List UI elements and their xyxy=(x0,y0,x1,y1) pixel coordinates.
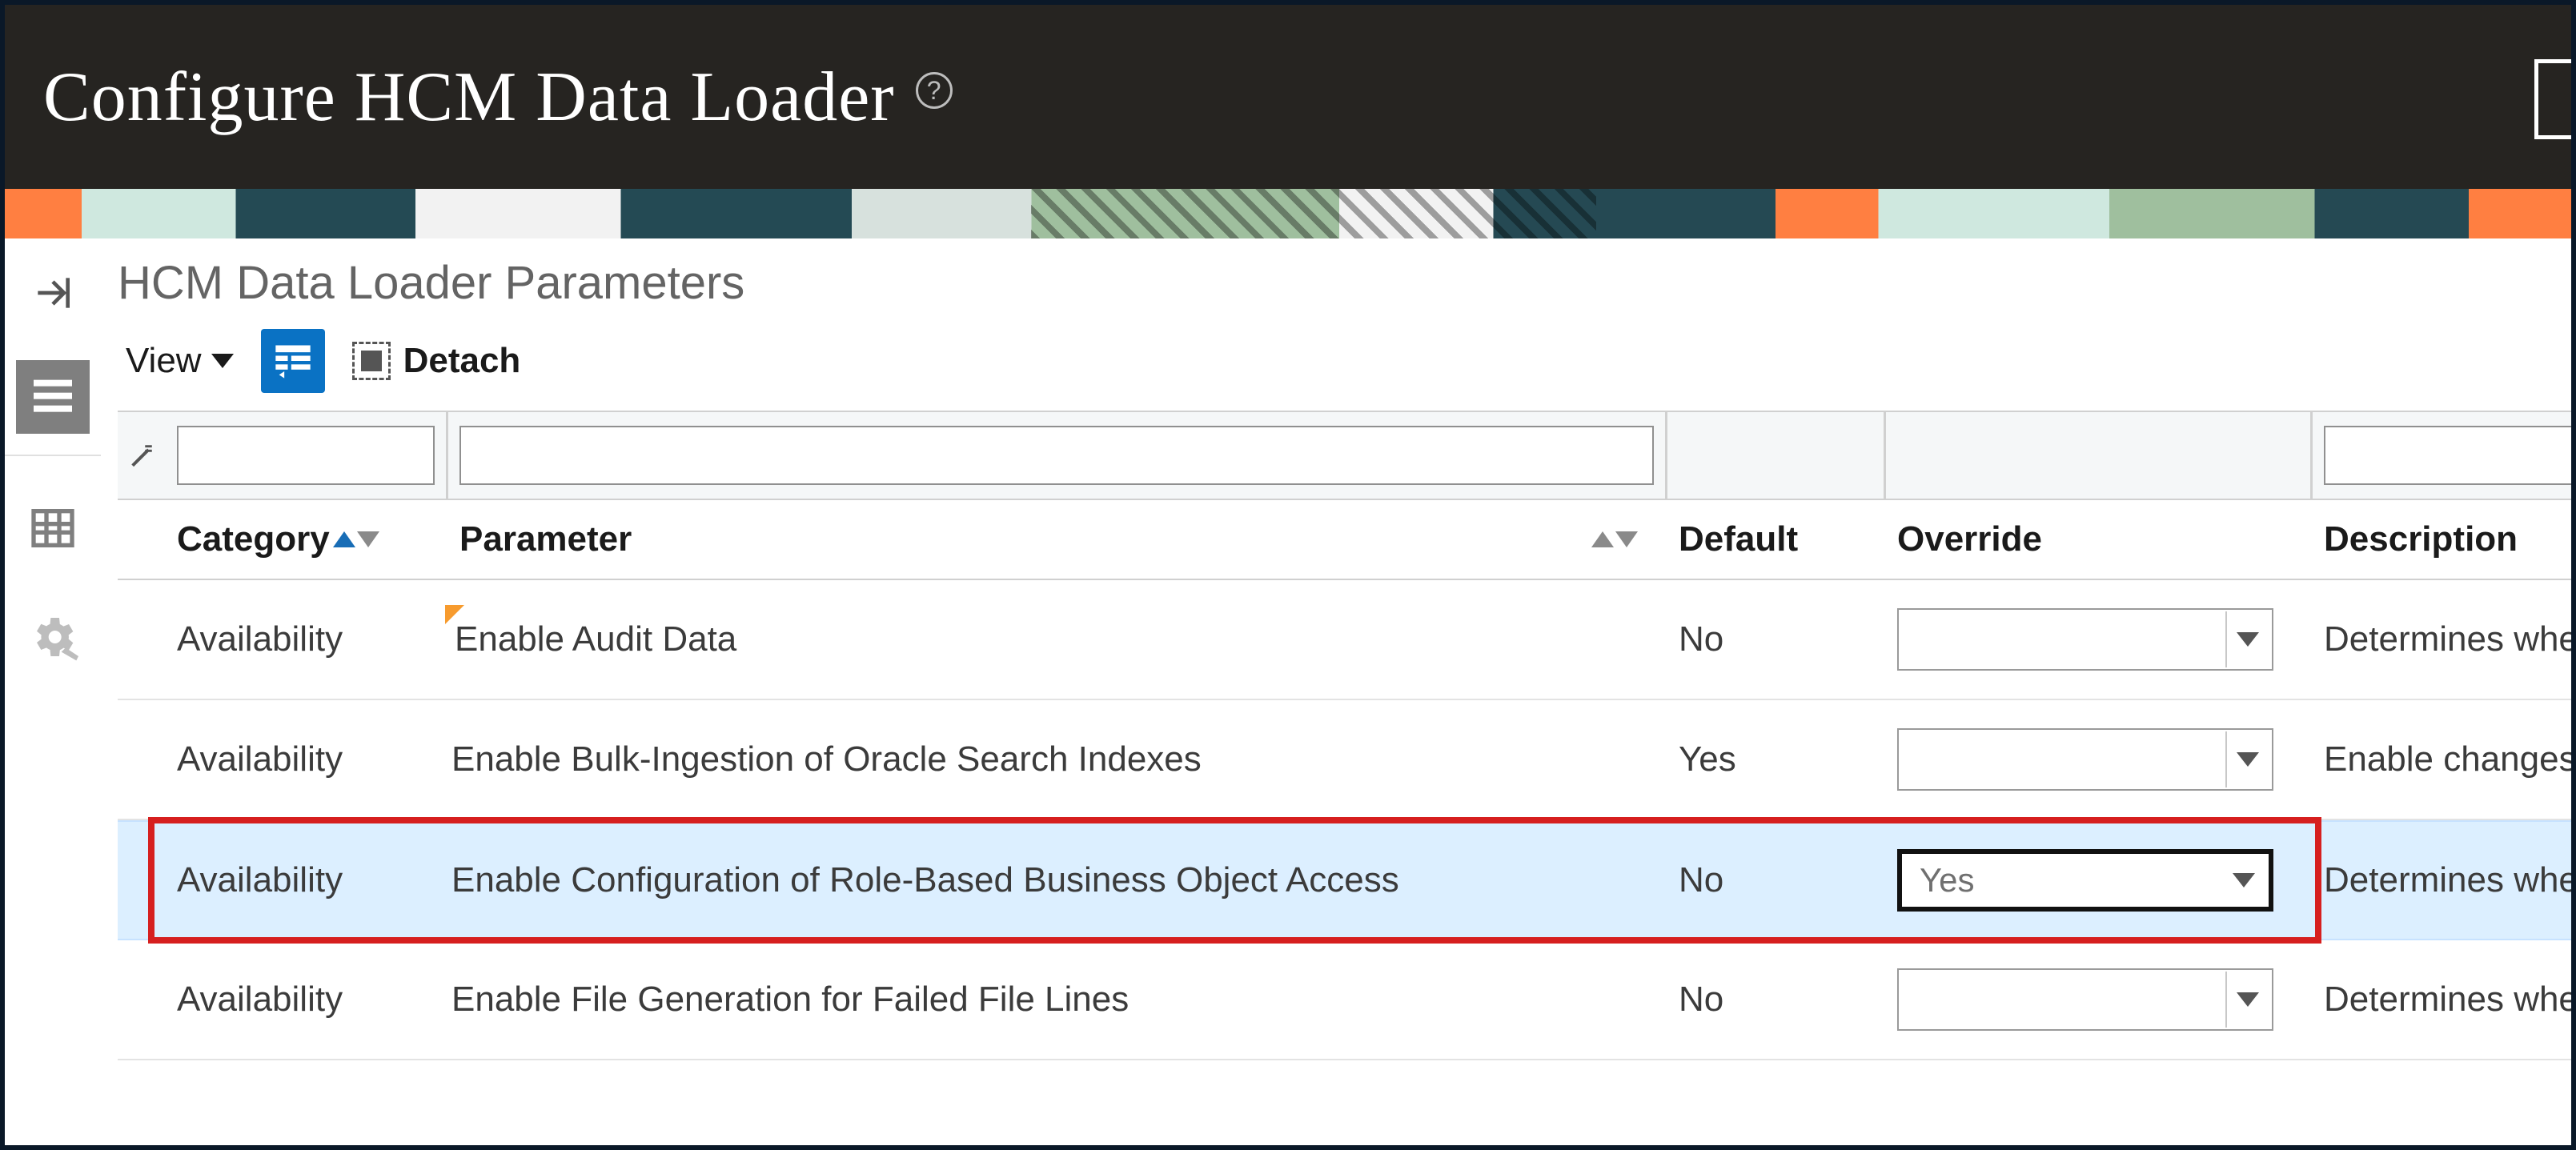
rail-separator xyxy=(5,455,101,456)
cell-category: Availability xyxy=(166,980,446,1020)
rail-tab-parameters[interactable] xyxy=(16,360,90,434)
help-icon[interactable]: ? xyxy=(916,72,953,109)
collapse-rail-icon[interactable] xyxy=(21,264,85,322)
section-title: HCM Data Loader Parameters xyxy=(118,256,2576,310)
filter-row xyxy=(118,412,2576,500)
decorative-strip xyxy=(5,189,2571,238)
chevron-down-icon xyxy=(2222,852,2265,908)
detach-icon xyxy=(352,342,391,380)
cell-description: Determines wheth xyxy=(2313,619,2576,659)
app-root: Configure HCM Data Loader ? HCM Data Loa… xyxy=(0,0,2576,1150)
cell-parameter: Enable Audit Data xyxy=(448,619,1665,659)
detach-label: Detach xyxy=(403,341,521,381)
table-toolbar: View Detach xyxy=(126,329,2576,393)
table-row[interactable]: AvailabilityEnable Configuration of Role… xyxy=(118,820,2576,940)
sort-asc-active-icon xyxy=(333,531,355,547)
override-select[interactable] xyxy=(1897,608,2273,671)
filter-parameter-input[interactable] xyxy=(459,426,1654,485)
col-header-override-label: Override xyxy=(1897,519,2042,559)
page-title: Configure HCM Data Loader xyxy=(43,57,895,138)
cell-default: No xyxy=(1667,980,1884,1020)
query-by-example-button[interactable] xyxy=(261,329,325,393)
left-rail xyxy=(5,238,102,1145)
cell-override xyxy=(1886,968,2310,1031)
override-value: Yes xyxy=(1902,861,2222,900)
cell-override: Yes xyxy=(1886,849,2310,912)
table-row[interactable]: AvailabilityEnable File Generation for F… xyxy=(118,940,2576,1060)
sort-asc-icon xyxy=(1591,531,1614,547)
filter-category-input[interactable] xyxy=(177,426,435,485)
rail-tab-settings[interactable] xyxy=(16,600,90,674)
cell-default: No xyxy=(1667,860,1884,900)
parameters-table: Category Parameter Default Override Desc… xyxy=(118,411,2576,1060)
col-divider xyxy=(1884,412,1886,499)
col-header-parameter-label: Parameter xyxy=(459,519,632,559)
cell-parameter: Enable Configuration of Role-Based Busin… xyxy=(448,860,1665,900)
cell-parameter: Enable Bulk-Ingestion of Oracle Search I… xyxy=(448,739,1665,779)
rail-tab-grid[interactable] xyxy=(16,491,90,565)
col-header-parameter[interactable]: Parameter xyxy=(448,519,1665,559)
cell-description: Enable changes u xyxy=(2313,739,2576,779)
col-divider xyxy=(1665,412,1667,499)
chevron-down-icon xyxy=(2225,972,2269,1028)
col-header-default[interactable]: Default xyxy=(1667,519,1884,559)
view-menu[interactable]: View xyxy=(126,341,234,381)
chevron-down-icon xyxy=(211,354,234,368)
clear-filters-icon[interactable] xyxy=(118,442,166,469)
col-header-description[interactable]: Description xyxy=(2313,519,2576,559)
cell-override xyxy=(1886,728,2310,791)
table-row[interactable]: AvailabilityEnable Audit DataNo Determine… xyxy=(118,580,2576,700)
cell-description: Determines wheth xyxy=(2313,860,2576,900)
header-action-placeholder[interactable] xyxy=(2534,59,2571,139)
changed-flag-icon xyxy=(445,605,464,624)
cell-default: No xyxy=(1667,619,1884,659)
cell-category: Availability xyxy=(166,619,446,659)
body: HCM Data Loader Parameters View Detach xyxy=(5,238,2571,1145)
cell-category: Availability xyxy=(166,739,446,779)
col-header-category-label: Category xyxy=(177,519,330,559)
chevron-down-icon xyxy=(2225,611,2269,667)
main-panel: HCM Data Loader Parameters View Detach xyxy=(102,238,2576,1145)
table-header-row: Category Parameter Default Override Desc… xyxy=(118,500,2576,580)
sort-desc-icon xyxy=(357,531,379,547)
col-header-default-label: Default xyxy=(1679,519,1798,559)
filter-description-input[interactable] xyxy=(2324,426,2576,485)
chevron-down-icon xyxy=(2225,731,2269,787)
page-header: Configure HCM Data Loader ? xyxy=(5,5,2571,189)
cell-parameter: Enable File Generation for Failed File L… xyxy=(448,980,1665,1020)
cell-category: Availability xyxy=(166,860,446,900)
override-select[interactable] xyxy=(1897,728,2273,791)
cell-override xyxy=(1886,608,2310,671)
view-menu-label: View xyxy=(126,341,202,381)
table-row[interactable]: AvailabilityEnable Bulk-Ingestion of Ora… xyxy=(118,700,2576,820)
col-header-override[interactable]: Override xyxy=(1886,519,2310,559)
override-select[interactable]: Yes xyxy=(1897,849,2273,912)
cell-default: Yes xyxy=(1667,739,1884,779)
detach-button[interactable]: Detach xyxy=(352,341,521,381)
col-header-description-label: Description xyxy=(2324,519,2518,559)
cell-description: Determines wheth xyxy=(2313,980,2576,1020)
sort-desc-icon xyxy=(1615,531,1638,547)
table-body: AvailabilityEnable Audit DataNoDetermine… xyxy=(118,580,2576,1060)
override-select[interactable] xyxy=(1897,968,2273,1031)
col-header-category[interactable]: Category xyxy=(166,519,446,559)
